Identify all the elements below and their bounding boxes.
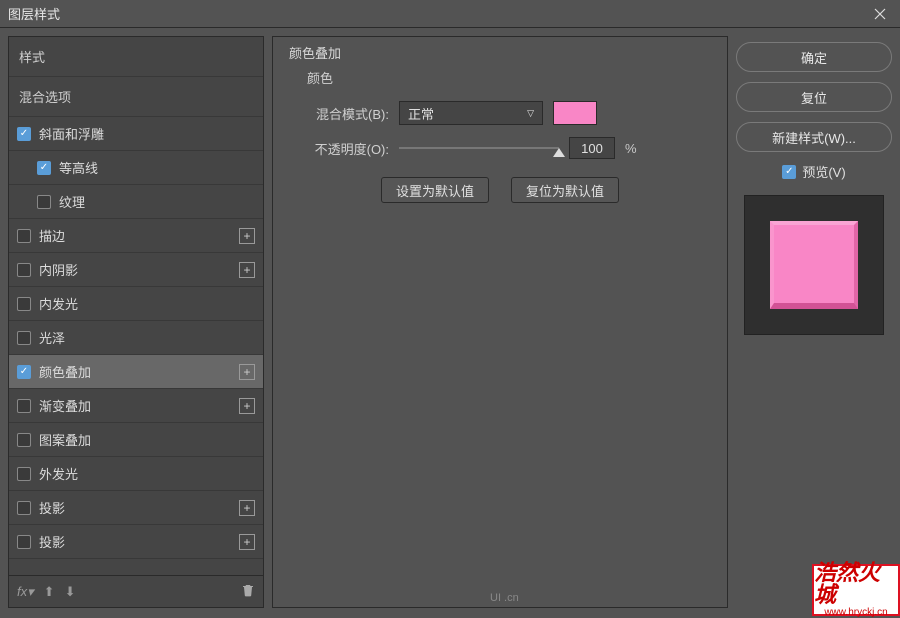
checkbox-icon[interactable]: ✓	[782, 165, 796, 179]
add-effect-icon[interactable]: +	[239, 364, 255, 380]
move-up-icon[interactable]: ⬆	[44, 584, 55, 600]
style-item-bevel[interactable]: ✓ 斜面和浮雕	[9, 117, 263, 151]
add-effect-icon[interactable]: +	[239, 228, 255, 244]
blend-mode-value: 正常	[408, 104, 434, 123]
dialog-body: 样式 混合选项 ✓ 斜面和浮雕 ✓ 等高线 纹理 描边 + 内阴影	[0, 28, 900, 616]
style-label: 投影	[39, 498, 231, 517]
blend-mode-select[interactable]: 正常 ▽	[399, 101, 543, 125]
checkbox-icon[interactable]	[37, 195, 51, 209]
add-effect-icon[interactable]: +	[239, 500, 255, 516]
checkbox-icon[interactable]	[17, 399, 31, 413]
new-style-button[interactable]: 新建样式(W)...	[736, 122, 892, 152]
add-effect-icon[interactable]: +	[239, 398, 255, 414]
checkbox-icon[interactable]	[17, 467, 31, 481]
style-label: 内阴影	[39, 260, 231, 279]
opacity-label: 不透明度(O):	[289, 139, 389, 158]
section-title: 颜色叠加	[289, 41, 711, 68]
checkbox-icon[interactable]	[17, 535, 31, 549]
blend-mode-label: 混合模式(B):	[289, 104, 389, 123]
styles-panel: 样式 混合选项 ✓ 斜面和浮雕 ✓ 等高线 纹理 描边 + 内阴影	[8, 36, 264, 608]
style-item-outer-glow[interactable]: 外发光	[9, 457, 263, 491]
move-down-icon[interactable]: ⬇	[65, 584, 76, 600]
settings-panel: 颜色叠加 颜色 混合模式(B): 正常 ▽ 不透明度(O): %	[272, 36, 728, 608]
styles-footer: fx▾ ⬆ ⬇	[9, 575, 263, 607]
style-item-pattern-overlay[interactable]: 图案叠加	[9, 423, 263, 457]
preview-label: 预览(V)	[802, 162, 845, 181]
checkbox-icon[interactable]: ✓	[17, 127, 31, 141]
group-title: 颜色	[303, 68, 711, 87]
style-item-drop-shadow-2[interactable]: 投影 +	[9, 525, 263, 559]
set-default-button[interactable]: 设置为默认值	[381, 177, 489, 203]
style-label: 颜色叠加	[39, 362, 231, 381]
close-icon	[874, 8, 886, 20]
styles-section-header[interactable]: 样式	[9, 37, 263, 77]
checkbox-icon[interactable]	[17, 297, 31, 311]
watermark: 浩然火城 www.hryckj.cn	[812, 564, 900, 616]
percent-label: %	[625, 141, 637, 156]
style-label: 外发光	[39, 464, 255, 483]
slider-thumb-icon[interactable]	[553, 148, 565, 157]
blend-mode-row: 混合模式(B): 正常 ▽	[289, 95, 711, 131]
overlay-color-swatch[interactable]	[553, 101, 597, 125]
chevron-down-icon: ▽	[527, 108, 534, 119]
style-item-contour[interactable]: ✓ 等高线	[9, 151, 263, 185]
checkbox-icon[interactable]	[17, 501, 31, 515]
opacity-input[interactable]	[569, 137, 615, 159]
style-label: 斜面和浮雕	[39, 124, 255, 143]
style-label: 等高线	[59, 158, 255, 177]
add-effect-icon[interactable]: +	[239, 534, 255, 550]
add-effect-icon[interactable]: +	[239, 262, 255, 278]
style-item-gradient-overlay[interactable]: 渐变叠加 +	[9, 389, 263, 423]
preview-thumbnail	[770, 221, 858, 309]
fx-menu-icon[interactable]: fx▾	[17, 584, 34, 600]
trash-icon[interactable]	[241, 583, 255, 600]
styles-list: 样式 混合选项 ✓ 斜面和浮雕 ✓ 等高线 纹理 描边 + 内阴影	[9, 37, 263, 575]
watermark-url: www.hryckj.cn	[824, 608, 887, 618]
action-panel: 确定 复位 新建样式(W)... ✓ 预览(V)	[736, 36, 892, 608]
checkbox-icon[interactable]	[17, 263, 31, 277]
ok-button[interactable]: 确定	[736, 42, 892, 72]
opacity-slider[interactable]	[399, 138, 559, 158]
checkbox-icon[interactable]: ✓	[37, 161, 51, 175]
preview-box	[744, 195, 884, 335]
watermark-title: 浩然火城	[814, 562, 898, 606]
reset-default-button[interactable]: 复位为默认值	[511, 177, 619, 203]
dialog-title: 图层样式	[8, 4, 60, 23]
style-label: 光泽	[39, 328, 255, 347]
style-item-inner-glow[interactable]: 内发光	[9, 287, 263, 321]
checkbox-icon[interactable]	[17, 331, 31, 345]
preview-toggle[interactable]: ✓ 预览(V)	[736, 162, 892, 181]
style-item-texture[interactable]: 纹理	[9, 185, 263, 219]
style-label: 纹理	[59, 192, 255, 211]
style-label: 图案叠加	[39, 430, 255, 449]
style-item-drop-shadow-1[interactable]: 投影 +	[9, 491, 263, 525]
titlebar: 图层样式	[0, 0, 900, 28]
style-label: 渐变叠加	[39, 396, 231, 415]
style-label: 描边	[39, 226, 231, 245]
opacity-row: 不透明度(O): %	[289, 131, 711, 165]
blending-section-header[interactable]: 混合选项	[9, 77, 263, 117]
close-button[interactable]	[860, 0, 900, 28]
style-item-satin[interactable]: 光泽	[9, 321, 263, 355]
cancel-button[interactable]: 复位	[736, 82, 892, 112]
checkbox-icon[interactable]: ✓	[17, 365, 31, 379]
style-label: 内发光	[39, 294, 255, 313]
style-item-inner-shadow[interactable]: 内阴影 +	[9, 253, 263, 287]
style-item-stroke[interactable]: 描边 +	[9, 219, 263, 253]
footer-mark: UI .cn	[490, 592, 519, 604]
style-item-color-overlay[interactable]: ✓ 颜色叠加 +	[9, 355, 263, 389]
style-label: 投影	[39, 532, 231, 551]
checkbox-icon[interactable]	[17, 433, 31, 447]
checkbox-icon[interactable]	[17, 229, 31, 243]
